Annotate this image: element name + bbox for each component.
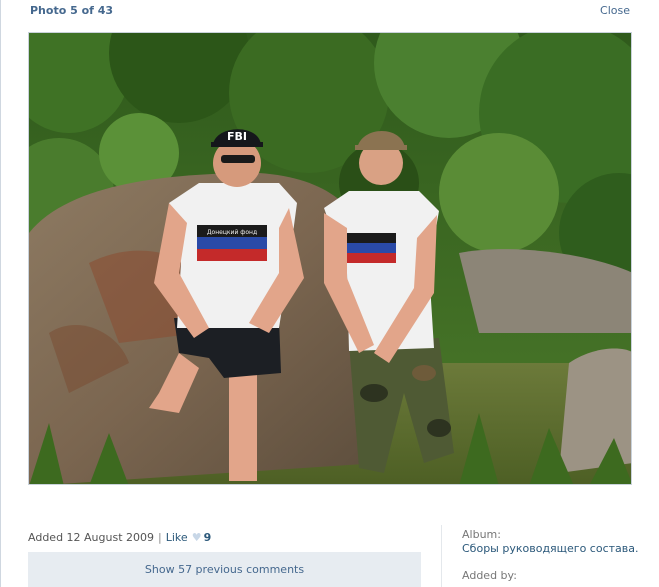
added-date: Added 12 August 2009 [28, 531, 155, 544]
main-photo[interactable]: Донецкий фонд FBI [28, 32, 632, 485]
fbi-cap-text: FBI [227, 130, 247, 143]
photo-meta: Added 12 August 2009 | Like ♥ 9 [28, 531, 211, 544]
heart-icon: ♥ [191, 531, 202, 544]
show-previous-comments-button[interactable]: Show 57 previous comments [28, 552, 421, 587]
added-by-label: Added by: [462, 569, 517, 582]
meta-separator: | [158, 531, 162, 544]
close-button[interactable]: Close [600, 4, 630, 17]
photo-counter: Photo 5 of 43 [30, 4, 114, 17]
photo-sidebar: Album: Сборы руководящего состава. Added… [462, 528, 642, 583]
photo-viewer: Photo 5 of 43 Close Донецкий фонд FBI Ad… [0, 0, 659, 587]
album-label: Album: [462, 528, 501, 541]
album-link[interactable]: Сборы руководящего состава. [462, 542, 642, 556]
like-count: 9 [203, 531, 212, 544]
photo-image: Донецкий фонд FBI [29, 33, 631, 484]
sidebar-divider [441, 525, 442, 587]
left-shirt-text: Донецкий фонд [207, 229, 257, 236]
viewer-topbar: Photo 5 of 43 Close [1, 0, 659, 24]
like-button[interactable]: Like [166, 531, 188, 544]
